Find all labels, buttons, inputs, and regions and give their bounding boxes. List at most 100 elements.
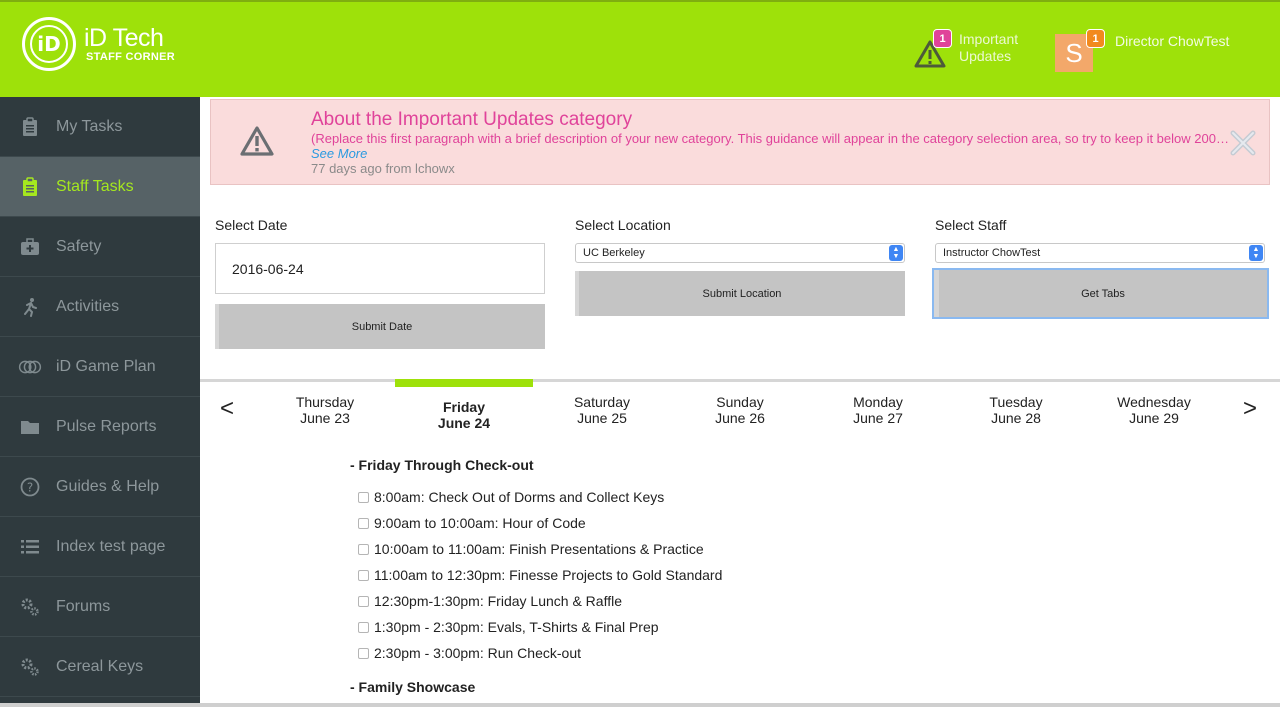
day-date: June 27 xyxy=(853,410,903,426)
user-menu[interactable]: S 1 Director ChowTest xyxy=(1055,29,1255,74)
get-tabs-button[interactable]: Get Tabs xyxy=(932,268,1269,319)
user-notification-badge: 1 xyxy=(1086,29,1105,48)
logo[interactable]: iD iD Tech STAFF CORNER xyxy=(22,17,175,71)
day-date: June 25 xyxy=(577,410,627,426)
day-weekday: Saturday xyxy=(573,394,631,410)
sidebar-item-label: Guides & Help xyxy=(56,477,160,495)
sidebar-item-cereal-keys[interactable]: Cereal Keys xyxy=(0,637,200,697)
notice-meta: 77 days ago from lchowx xyxy=(311,161,455,176)
select-date-label: Select Date xyxy=(215,217,288,233)
sidebar-item-pulse-reports[interactable]: Pulse Reports xyxy=(0,397,200,457)
select-staff-label: Select Staff xyxy=(935,217,1007,233)
task-checkbox[interactable] xyxy=(358,595,369,607)
select-location-label: Select Location xyxy=(575,217,671,233)
clipboard-list-icon xyxy=(18,176,42,198)
question-icon: ? xyxy=(18,476,42,498)
staff-select[interactable]: Instructor ChowTest ▲ ▼ xyxy=(935,243,1265,263)
day-date: June 24 xyxy=(437,415,491,431)
day-tab-saturday[interactable]: Saturday June 25 xyxy=(542,394,662,426)
next-day-arrow[interactable]: > xyxy=(1243,395,1257,423)
sidebar-item-index-test-page[interactable]: Index test page xyxy=(0,517,200,577)
prev-day-arrow[interactable]: < xyxy=(220,395,234,423)
sidebar-item-label: Cereal Keys xyxy=(56,657,144,675)
task-checkbox[interactable] xyxy=(358,647,369,659)
sidebar: My Tasks Staff Tasks Safety Activities i… xyxy=(0,97,200,707)
location-select[interactable]: UC Berkeley ▲ ▼ xyxy=(575,243,905,263)
updates-label-line2: Updates xyxy=(959,48,1012,64)
task-checkbox[interactable] xyxy=(358,543,369,555)
logo-title: iD Tech xyxy=(84,24,164,52)
task-checkbox[interactable] xyxy=(358,569,369,581)
list-item: 1:30pm - 2:30pm: Evals, T-Shirts & Final… xyxy=(358,618,659,636)
select-arrows-icon: ▲ ▼ xyxy=(1249,245,1263,261)
task-checkbox[interactable] xyxy=(358,491,369,503)
location-select-value: UC Berkeley xyxy=(583,247,645,259)
day-date: June 29 xyxy=(1129,410,1179,426)
first-aid-icon xyxy=(18,236,42,258)
notice-banner: About the Important Updates category (Re… xyxy=(210,99,1270,185)
updates-label: Important Updates xyxy=(959,31,1018,65)
day-tab-sunday[interactable]: Sunday June 26 xyxy=(680,394,800,426)
top-header: iD iD Tech STAFF CORNER 1 Important Upda… xyxy=(0,0,1280,97)
day-tab-monday[interactable]: Monday June 27 xyxy=(818,394,938,426)
day-date: June 26 xyxy=(715,410,765,426)
sidebar-item-label: Forums xyxy=(56,597,111,615)
sidebar-item-my-tasks[interactable]: My Tasks xyxy=(0,97,200,157)
important-updates-button[interactable]: 1 Important Updates xyxy=(912,29,1032,74)
sidebar-item-label: Staff Tasks xyxy=(56,177,134,195)
list-item: 10:00am to 11:00am: Finish Presentations… xyxy=(358,540,704,558)
list-item: 8:00am: Check Out of Dorms and Collect K… xyxy=(358,488,664,506)
sidebar-item-staff-tasks[interactable]: Staff Tasks xyxy=(0,157,200,217)
main-content: About the Important Updates category (Re… xyxy=(200,97,1280,707)
task-section-title: - Friday Through Check-out xyxy=(350,457,534,473)
day-date: June 23 xyxy=(300,410,350,426)
logo-mark: iD xyxy=(30,25,68,63)
sidebar-item-game-plan[interactable]: iD Game Plan xyxy=(0,337,200,397)
task-checkbox[interactable] xyxy=(358,621,369,633)
close-icon[interactable] xyxy=(1227,127,1259,159)
task-label: 10:00am to 11:00am: Finish Presentations… xyxy=(374,541,704,557)
logo-text: iD Tech STAFF CORNER xyxy=(84,25,175,63)
task-label: 9:00am to 10:00am: Hour of Code xyxy=(374,515,586,531)
user-name: Director ChowTest xyxy=(1115,33,1230,49)
warning-icon xyxy=(240,126,274,156)
submit-location-button[interactable]: Submit Location xyxy=(575,271,905,316)
folder-icon xyxy=(18,416,42,438)
list-item: 9:00am to 10:00am: Hour of Code xyxy=(358,514,586,532)
list-item: 11:00am to 12:30pm: Finesse Projects to … xyxy=(358,566,722,584)
task-label: 2:30pm - 3:00pm: Run Check-out xyxy=(374,645,581,661)
submit-date-button[interactable]: Submit Date xyxy=(215,304,545,349)
day-tab-wednesday[interactable]: Wednesday June 29 xyxy=(1094,394,1214,426)
updates-count-badge: 1 xyxy=(933,29,952,48)
day-tab-tuesday[interactable]: Tuesday June 28 xyxy=(956,394,1076,426)
logo-subtitle: STAFF CORNER xyxy=(86,51,175,63)
day-weekday: Tuesday xyxy=(989,394,1043,410)
svg-text:?: ? xyxy=(27,481,33,495)
day-tab-thursday[interactable]: Thursday June 23 xyxy=(265,394,385,426)
task-label: 12:30pm-1:30pm: Friday Lunch & Raffle xyxy=(374,593,622,609)
staff-select-value: Instructor ChowTest xyxy=(943,247,1041,259)
gears-icon xyxy=(18,656,42,678)
sidebar-item-label: My Tasks xyxy=(56,117,123,135)
day-weekday: Friday xyxy=(442,399,485,415)
rings-icon xyxy=(18,356,42,378)
day-tab-friday[interactable]: Friday June 24 xyxy=(404,399,524,431)
select-arrows-icon: ▲ ▼ xyxy=(889,245,903,261)
sidebar-item-forums[interactable]: Forums xyxy=(0,577,200,637)
task-label: 11:00am to 12:30pm: Finesse Projects to … xyxy=(374,567,723,583)
see-more-link[interactable]: See More xyxy=(311,146,367,161)
list-item: 12:30pm-1:30pm: Friday Lunch & Raffle xyxy=(358,592,622,610)
task-label: 1:30pm - 2:30pm: Evals, T-Shirts & Final… xyxy=(374,619,659,635)
sidebar-item-label: iD Game Plan xyxy=(56,357,156,375)
notice-title: About the Important Updates category xyxy=(311,109,633,130)
gears-icon xyxy=(18,596,42,618)
sidebar-item-guides-help[interactable]: ? Guides & Help xyxy=(0,457,200,517)
task-checkbox[interactable] xyxy=(358,517,369,529)
logo-circle: iD xyxy=(22,17,76,71)
sidebar-item-activities[interactable]: Activities xyxy=(0,277,200,337)
updates-label-line1: Important xyxy=(959,31,1019,47)
sidebar-item-safety[interactable]: Safety xyxy=(0,217,200,277)
task-label: 8:00am: Check Out of Dorms and Collect K… xyxy=(374,489,665,505)
clipboard-icon xyxy=(18,116,42,138)
date-input[interactable] xyxy=(215,243,545,294)
